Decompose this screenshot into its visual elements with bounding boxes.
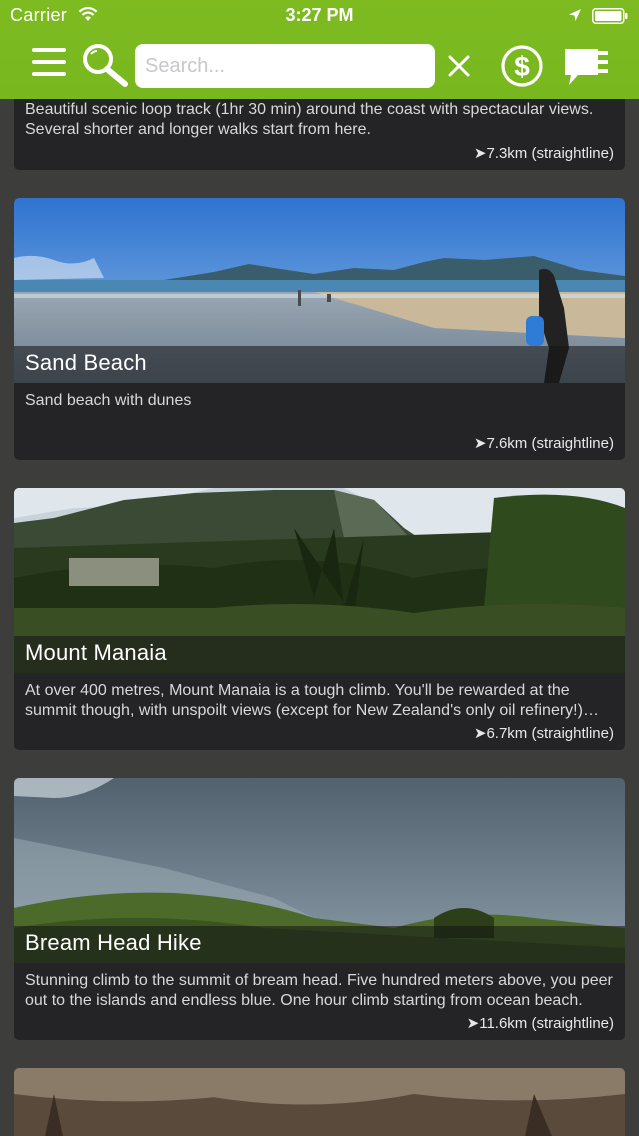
card-image xyxy=(14,1068,625,1136)
card-distance: ➤6.7km (straightline) xyxy=(473,725,614,742)
list-item[interactable] xyxy=(14,1068,625,1136)
dollar-icon[interactable]: $ xyxy=(500,44,544,88)
list-item[interactable]: Sand Beach Sand beach with dunes ➤7.6km … xyxy=(14,198,625,460)
list-item[interactable]: Mount Manaia At over 400 metres, Mount M… xyxy=(14,488,625,750)
menu-icon[interactable] xyxy=(32,46,66,78)
search-input[interactable] xyxy=(135,44,435,88)
card-description: Sand beach with dunes xyxy=(25,392,192,409)
svg-text:$: $ xyxy=(514,51,530,82)
close-icon[interactable] xyxy=(447,54,471,78)
card-description: At over 400 metres, Mount Manaia is a to… xyxy=(25,682,583,719)
toolbar: $ xyxy=(0,32,639,99)
search-icon[interactable] xyxy=(80,42,130,88)
card-distance: ➤7.6km (straightline) xyxy=(473,435,614,452)
card-distance: ➤7.3km (straightline) xyxy=(473,145,614,162)
chat-icon[interactable] xyxy=(562,45,610,89)
card-title: Sand Beach xyxy=(25,350,147,375)
card-distance: ➤11.6km (straightline) xyxy=(466,1015,614,1032)
status-bar: Carrier 3:27 PM xyxy=(0,0,639,32)
location-arrow-icon xyxy=(569,9,581,21)
card-title: Bream Head Hike xyxy=(25,930,202,955)
clock: 3:27 PM xyxy=(285,5,354,25)
card-description: Beautiful scenic loop track (1hr 30 min)… xyxy=(25,101,594,138)
card-description: Stunning climb to the summit of bream he… xyxy=(25,972,613,1009)
card-title: Mount Manaia xyxy=(25,640,167,665)
battery-icon xyxy=(592,8,628,24)
app-header: Carrier 3:27 PM Search... $ xyxy=(0,0,639,99)
list-item[interactable]: Bream Head Hike Stunning climb to the su… xyxy=(14,778,625,1040)
app-screen: Carrier 3:27 PM Search... $ Beautiful sc… xyxy=(0,0,639,1136)
